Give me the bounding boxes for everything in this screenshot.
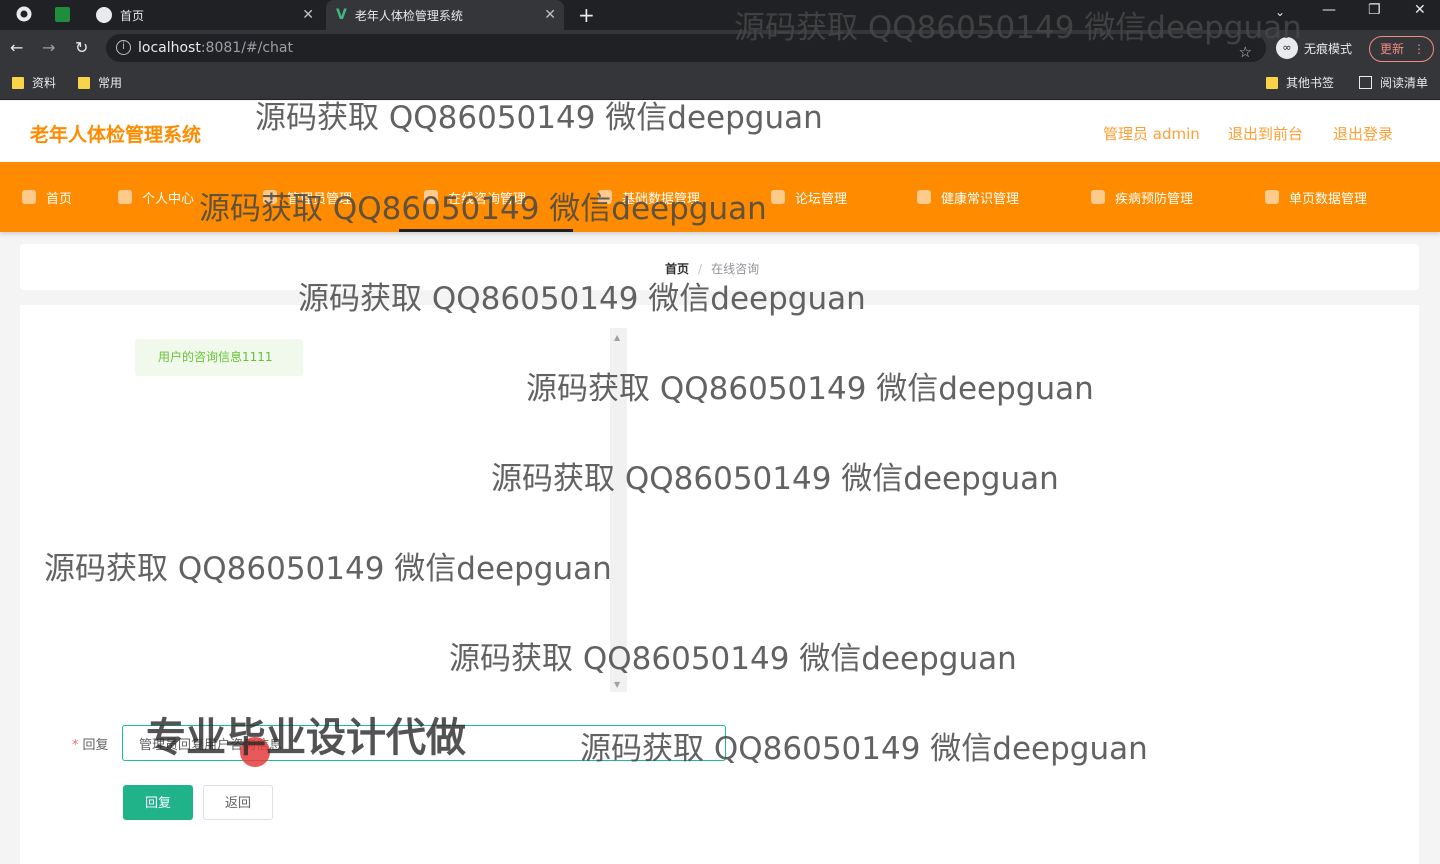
nav-item-consult[interactable]: 在线咨询管理 [424,188,527,207]
app-title: 老年人体检管理系统 [30,124,202,146]
minimize-icon[interactable]: — [1322,2,1336,18]
nav-label: 在线咨询管理 [448,191,527,207]
app-header: 老年人体检管理系统 管理员 admin 退出到前台 退出登录 [0,101,1440,162]
tab-active-label: 老年人体检管理系统 [354,8,463,23]
main-nav: 首页 个人中心 管理员管理 在线咨询管理 基础数据管理 论坛管理 健康常识管理 … [0,162,1440,232]
nav-item-single-page[interactable]: 单页数据管理 [1265,188,1368,207]
nav-label: 管理员管理 [287,191,353,207]
site-info-icon[interactable]: i [116,40,131,55]
forum-icon [771,190,785,204]
nav-item-admin[interactable]: 管理员管理 [263,188,353,207]
restore-icon[interactable]: ❐ [1368,2,1381,18]
chat-panel [20,305,1419,864]
browser-tabstrip: 首页 ✕ V 老年人体检管理系统 ✕ + ⌄ — ❐ ✕ [0,0,1440,30]
admin-user-link[interactable]: 管理员 admin [1103,123,1200,144]
nav-item-basic-data[interactable]: 基础数据管理 [598,188,701,207]
incognito-icon: ∞ [1276,37,1298,59]
back-arrow-icon[interactable]: ← [10,38,23,57]
bookmark-label: 资料 [32,76,57,90]
nav-label: 单页数据管理 [1289,191,1368,207]
health-icon [917,190,931,204]
nav-label: 健康常识管理 [941,191,1020,207]
bookmark-other[interactable]: 其他书签 [1266,74,1334,91]
tab-home-label: 首页 [120,8,145,23]
close-icon[interactable]: ✕ [544,7,556,23]
address-bar[interactable]: i localhost:8081/#/chat ☆ [106,34,1266,62]
page-icon [1265,190,1279,204]
vue-logo-icon: V [336,7,347,23]
more-vert-icon[interactable]: ⋮ [1413,37,1425,61]
close-icon[interactable]: ✕ [302,7,314,23]
update-button[interactable]: 更新 ⋮ [1369,36,1434,62]
folder-icon [78,76,90,89]
reading-list[interactable]: 阅读清单 [1359,74,1428,91]
scroll-down-icon[interactable]: ▼ [614,680,620,689]
data-icon [598,190,612,204]
window-close-icon[interactable]: ✕ [1414,2,1426,18]
bookmark-label: 常用 [98,76,123,90]
tab-home[interactable]: 首页 ✕ [86,0,322,30]
tab-active[interactable]: V 老年人体检管理系统 ✕ [326,0,564,30]
chat-message: 用户的咨询信息1111 [135,339,303,376]
nav-label: 基础数据管理 [622,191,701,207]
bookmark-folder-ziliao[interactable]: 资料 [12,74,56,91]
user-icon [118,190,132,204]
breadcrumb-home[interactable]: 首页 [665,260,689,277]
url-path: :8081/#/chat [200,40,293,56]
url-host: localhost [138,40,201,56]
nav-active-indicator [399,229,573,232]
breadcrumb-current: 在线咨询 [711,262,760,276]
update-label: 更新 [1380,42,1405,56]
breadcrumb-separator: / [698,261,703,276]
nav-item-profile[interactable]: 个人中心 [118,188,195,207]
to-front-link[interactable]: 退出到前台 [1228,123,1303,144]
bookmark-star-icon[interactable]: ☆ [1239,38,1252,66]
browser-toolbar: ← → ↻ i localhost:8081/#/chat ☆ [0,30,1440,66]
globe-icon [96,7,112,23]
back-button[interactable]: 返回 [203,785,273,820]
reply-label: * 回复 [72,734,109,753]
bookmark-folder-changyong[interactable]: 常用 [78,74,122,91]
folder-icon [12,76,24,89]
bookmarks-bar: 资料 常用 其他书签 阅读清单 [0,66,1440,100]
nav-item-disease-prevention[interactable]: 疾病预防管理 [1091,188,1194,207]
new-tab-button[interactable]: + [578,3,595,27]
nav-label: 首页 [46,191,73,207]
nav-item-home[interactable]: 首页 [22,188,73,207]
forward-arrow-icon[interactable]: → [42,38,55,57]
scroll-up-icon[interactable]: ▲ [614,333,620,342]
required-mark: * [72,738,79,753]
reading-list-icon [1359,76,1372,89]
incognito-label: 无痕模式 [1304,41,1353,56]
nav-label: 论坛管理 [795,191,848,207]
app-shortcut-icon[interactable] [55,7,70,22]
tab-search-icon[interactable]: ⌄ [1275,5,1285,19]
watermark-banner: 专业毕业设计代做 [146,715,466,761]
reload-icon[interactable]: ↻ [75,38,88,57]
home-icon [22,190,36,204]
nav-label: 个人中心 [142,191,195,207]
incognito-indicator[interactable]: ∞ 无痕模式 [1276,36,1352,60]
bookmark-label: 阅读清单 [1380,76,1429,90]
nav-item-forum[interactable]: 论坛管理 [771,188,848,207]
nav-item-health-tips[interactable]: 健康常识管理 [917,188,1020,207]
breadcrumb: 首页 / 在线咨询 [665,260,759,277]
folder-icon [1266,76,1278,89]
browser-menu-icon[interactable] [15,5,33,27]
bookmark-label: 其他书签 [1286,76,1335,90]
logout-link[interactable]: 退出登录 [1333,123,1393,144]
chat-icon [424,190,438,204]
reply-button[interactable]: 回复 [123,785,193,820]
nav-label: 疾病预防管理 [1115,191,1194,207]
reply-label-text: 回复 [82,738,109,753]
admin-icon [263,190,277,204]
chat-scrollbar[interactable] [610,328,627,692]
shield-icon [1091,190,1105,204]
